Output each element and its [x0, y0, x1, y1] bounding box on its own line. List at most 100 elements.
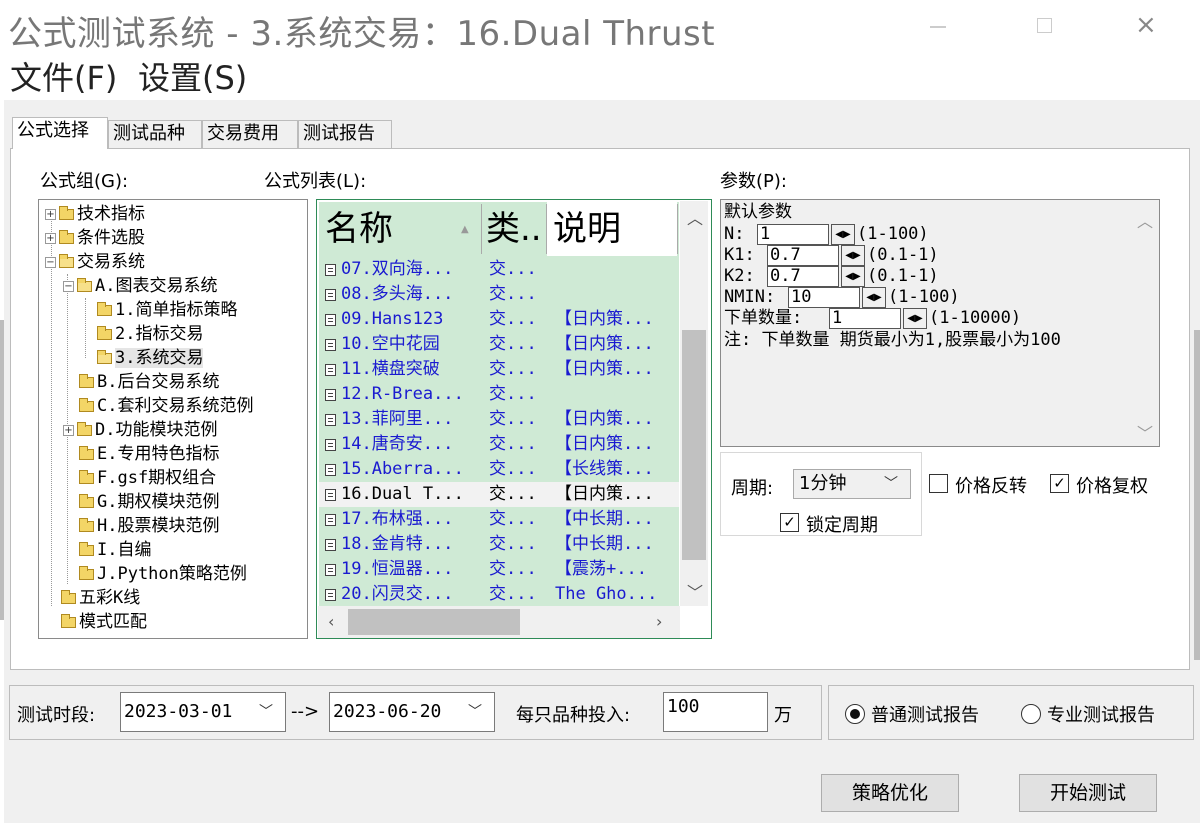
tab-test-report[interactable]: 测试报告	[298, 120, 392, 148]
spin-arrows-icon[interactable]: ◀▶	[831, 224, 855, 245]
start-date-picker[interactable]: 2023-03-01 ﹀	[120, 692, 286, 732]
folder-icon	[59, 205, 74, 220]
list-horizontal-scroll-thumb[interactable]	[348, 609, 520, 635]
tree-item[interactable]: J.Python策略范例	[79, 562, 247, 586]
tree-item[interactable]: C.套利交易系统范例	[79, 394, 253, 418]
tab-test-symbols[interactable]: 测试品种	[108, 120, 202, 148]
document-icon	[325, 414, 336, 426]
strategy-optimize-button[interactable]: 策略优化	[821, 774, 959, 812]
column-header-name[interactable]: 名称	[319, 202, 481, 256]
scroll-down-icon[interactable]: ﹀	[687, 579, 703, 603]
tab-trade-fees[interactable]: 交易费用	[202, 120, 298, 148]
radio-selected-dot	[850, 709, 860, 719]
tree-item[interactable]: − A.图表交易系统	[63, 274, 217, 298]
spin-arrows-icon[interactable]: ◀▶	[841, 266, 865, 287]
invest-input[interactable]: 100	[663, 692, 768, 732]
maximize-icon[interactable]	[1037, 18, 1052, 33]
formula-list[interactable]: 名称 ▲ 类.. 说明 07.双向海... 交... 08.多头海... 交... …	[316, 199, 712, 639]
expand-icon[interactable]: +	[45, 232, 56, 244]
params-panel: 默认参数 N: 1 ◀▶ (1-100) K1: 0.7 ◀▶ (0.1-1) …	[720, 199, 1160, 447]
list-row[interactable]: 07.双向海... 交...	[319, 257, 679, 282]
tree-item[interactable]: + D.功能模块范例	[63, 418, 217, 442]
end-date-picker[interactable]: 2023-06-20 ﹀	[329, 692, 495, 732]
chevron-down-icon[interactable]: ﹀	[468, 693, 482, 731]
list-row[interactable]: 10.空中花园 交... 【日内策...	[319, 332, 679, 357]
scroll-down-icon[interactable]: ﹀	[1137, 420, 1153, 444]
param-k1-input[interactable]: 0.7	[767, 245, 839, 266]
collapse-icon[interactable]: −	[63, 280, 74, 292]
lock-period-checkbox[interactable]: ✓	[780, 513, 799, 532]
period-select[interactable]: 1分钟 ﹀	[793, 469, 911, 499]
formula-group-tree[interactable]: + 技术指标 + 条件选股 − 交易系统 − A.图表交易系统 1.简单指标策略 2.指…	[38, 199, 308, 639]
list-vertical-scroll-thumb[interactable]	[682, 330, 706, 560]
list-row[interactable]: 12.R-Brea... 交...	[319, 382, 679, 407]
list-row[interactable]: 17.布林强... 交... 【中长期...	[319, 507, 679, 532]
tab-formula-select[interactable]: 公式选择	[12, 117, 108, 149]
chevron-down-icon: ﹀	[884, 476, 898, 492]
tree-item[interactable]: I.自编	[79, 538, 151, 562]
param-k2-input[interactable]: 0.7	[767, 266, 839, 287]
tree-item[interactable]: + 技术指标	[45, 202, 145, 226]
params-label: 参数(P):	[720, 171, 787, 192]
tree-item[interactable]: + 条件选股	[45, 226, 145, 250]
minimize-icon[interactable]	[930, 26, 946, 28]
price-reverse-checkbox[interactable]	[929, 474, 948, 493]
list-row-selected[interactable]: 16.Dual T... 交... 【日内策...	[319, 482, 679, 507]
menu-file[interactable]: 文件(F)	[10, 56, 117, 100]
document-icon	[325, 464, 336, 476]
tree-item[interactable]: 2.指标交易	[97, 322, 203, 346]
list-row[interactable]: 15.Aberra... 交... 【长线策...	[319, 457, 679, 482]
list-row[interactable]: 08.多头海... 交...	[319, 282, 679, 307]
column-header-desc[interactable]: 说明	[547, 202, 677, 256]
tree-item[interactable]: B.后台交易系统	[79, 370, 219, 394]
tree-item[interactable]: E.专用特色指标	[79, 442, 219, 466]
column-header-type[interactable]: 类..	[482, 202, 546, 256]
tree-item[interactable]: − 交易系统	[45, 250, 145, 274]
scroll-up-icon[interactable]: ︿	[1137, 208, 1153, 232]
menu-settings[interactable]: 设置(S)	[138, 56, 247, 100]
tree-item[interactable]: F.gsf期权组合	[79, 466, 216, 490]
expand-icon[interactable]: +	[63, 424, 74, 436]
list-row[interactable]: 11.横盘突破 交... 【日内策...	[319, 357, 679, 382]
folder-icon	[97, 301, 112, 316]
tree-item-selected[interactable]: 3.系统交易	[97, 346, 204, 370]
folder-icon	[79, 469, 94, 484]
list-row[interactable]: 13.菲阿里... 交... 【日内策...	[319, 407, 679, 432]
list-row[interactable]: 14.唐奇安... 交... 【日内策...	[319, 432, 679, 457]
folder-icon	[79, 397, 94, 412]
column-divider[interactable]	[481, 204, 482, 254]
list-row[interactable]: 19.恒温器... 交... 【震荡+...	[319, 557, 679, 582]
list-row[interactable]: 09.Hans123 交... 【日内策...	[319, 307, 679, 332]
tree-item[interactable]: 五彩K线	[61, 586, 140, 610]
spin-arrows-icon[interactable]: ◀▶	[862, 287, 886, 308]
expand-icon[interactable]: +	[45, 208, 56, 220]
param-n-input[interactable]: 1	[757, 224, 829, 245]
list-row[interactable]: 20.闪灵交... 交... The Gho...	[319, 582, 679, 607]
spin-arrows-icon[interactable]: ◀▶	[903, 308, 927, 329]
param-nmin-input[interactable]: 10	[788, 287, 860, 308]
scroll-left-icon[interactable]: ‹	[328, 612, 334, 631]
tree-item[interactable]: H.股票模块范例	[79, 514, 219, 538]
list-row[interactable]: 18.金肯特... 交... 【中长期...	[319, 532, 679, 557]
param-order-qty-input[interactable]: 1	[829, 308, 901, 329]
folder-icon	[59, 229, 74, 244]
scroll-up-icon[interactable]: ︿	[687, 205, 703, 229]
column-divider[interactable]	[546, 204, 547, 254]
price-adjust-checkbox[interactable]: ✓	[1050, 474, 1069, 493]
collapse-icon[interactable]: −	[45, 256, 56, 268]
param-name: NMIN:	[724, 287, 776, 307]
param-range: (1-100)	[888, 287, 960, 307]
tree-item[interactable]: 模式匹配	[61, 610, 147, 634]
folder-icon	[79, 445, 94, 460]
tree-item[interactable]: G.期权模块范例	[79, 490, 219, 514]
formula-group-label: 公式组(G):	[40, 171, 129, 192]
normal-report-radio[interactable]	[845, 704, 865, 724]
chevron-down-icon[interactable]: ﹀	[259, 693, 273, 731]
pro-report-radio[interactable]	[1021, 704, 1041, 724]
tree-item[interactable]: 1.简单指标策略	[97, 298, 237, 322]
spin-arrows-icon[interactable]: ◀▶	[841, 245, 865, 266]
start-test-button[interactable]: 开始测试	[1019, 774, 1157, 812]
scroll-right-icon[interactable]: ›	[656, 612, 662, 631]
column-divider[interactable]	[677, 204, 678, 254]
close-icon[interactable]: ×	[1135, 12, 1157, 38]
